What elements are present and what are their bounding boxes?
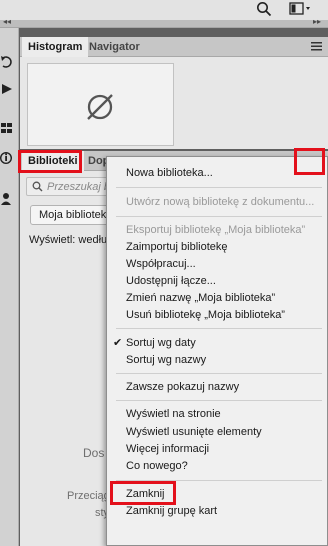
play-icon[interactable]	[0, 81, 14, 97]
swatches-icon[interactable]	[0, 120, 14, 136]
search-icon	[32, 181, 43, 195]
search-icon[interactable]	[256, 1, 272, 20]
menu-item-rename-library[interactable]: Zmień nazwę „Moja biblioteka”	[126, 291, 275, 306]
collapse-right-icon[interactable]: ▸▸	[313, 17, 321, 26]
info-icon[interactable]	[0, 150, 14, 166]
no-data-icon	[81, 88, 119, 129]
histogram-display	[27, 63, 174, 146]
tab-histogram[interactable]: Histogram	[22, 37, 89, 57]
menu-separator	[116, 216, 322, 217]
menu-separator	[116, 373, 322, 374]
menu-item-create-from-document: Utwórz nową bibliotekę z dokumentu...	[126, 196, 315, 208]
top-bar	[0, 0, 328, 20]
checkmark-icon: ✔	[113, 337, 123, 349]
menu-item-collaborate[interactable]: Współpracuj...	[126, 257, 196, 272]
histogram-content	[20, 57, 328, 149]
menu-item-new-library[interactable]: Nowa biblioteka...	[126, 166, 213, 181]
menu-item-more-info[interactable]: Więcej informacji	[126, 442, 209, 457]
histogram-panel-tabs: Histogram Navigator	[20, 37, 328, 57]
menu-item-sort-by-name[interactable]: Sortuj wg nazwy	[126, 353, 206, 368]
empty-library-title: Dos	[83, 446, 105, 460]
menu-item-whats-new[interactable]: Co nowego?	[126, 459, 188, 474]
highlight-panel-menu	[294, 148, 325, 175]
menu-item-share-link[interactable]: Udostępnij łącze...	[126, 274, 216, 289]
library-search-placeholder: Przeszukaj bi	[47, 181, 113, 193]
menu-item-close-tab-group[interactable]: Zamknij grupę kart	[126, 504, 217, 519]
menu-item-view-deleted[interactable]: Wyświetl usunięte elementy	[126, 425, 262, 440]
menu-item-import-library[interactable]: Zaimportuj bibliotekę	[126, 240, 228, 255]
menu-item-delete-library[interactable]: Usuń bibliotekę „Moja biblioteka”	[126, 308, 285, 323]
history-icon[interactable]	[0, 54, 14, 70]
tool-strip	[0, 28, 19, 546]
empty-library-hint: Przeciąg	[67, 490, 110, 502]
menu-item-always-show-names[interactable]: Zawsze pokazuj nazwy	[126, 380, 239, 395]
menu-item-export-library: Eksportuj bibliotekę „Moja biblioteka”	[126, 224, 306, 236]
expand-left-icon[interactable]: ◂◂	[3, 17, 11, 26]
menu-separator	[116, 187, 322, 188]
view-mode-label[interactable]: Wyświetl: według	[29, 234, 113, 246]
menu-separator	[116, 400, 322, 401]
panel-collapse-strip[interactable]: ◂◂ ▸▸	[0, 17, 328, 28]
workspace-switcher-icon[interactable]	[289, 1, 315, 20]
menu-item-view-on-website[interactable]: Wyświetl na stronie	[126, 407, 221, 422]
panel-menu-icon[interactable]	[311, 42, 322, 54]
menu-item-sort-by-date[interactable]: Sortuj wg daty	[126, 336, 196, 351]
person-icon[interactable]	[0, 191, 14, 207]
highlight-libraries-tab	[18, 150, 82, 173]
highlight-close-item	[110, 481, 176, 505]
tab-navigator[interactable]: Navigator	[83, 37, 146, 57]
menu-separator	[116, 328, 322, 329]
